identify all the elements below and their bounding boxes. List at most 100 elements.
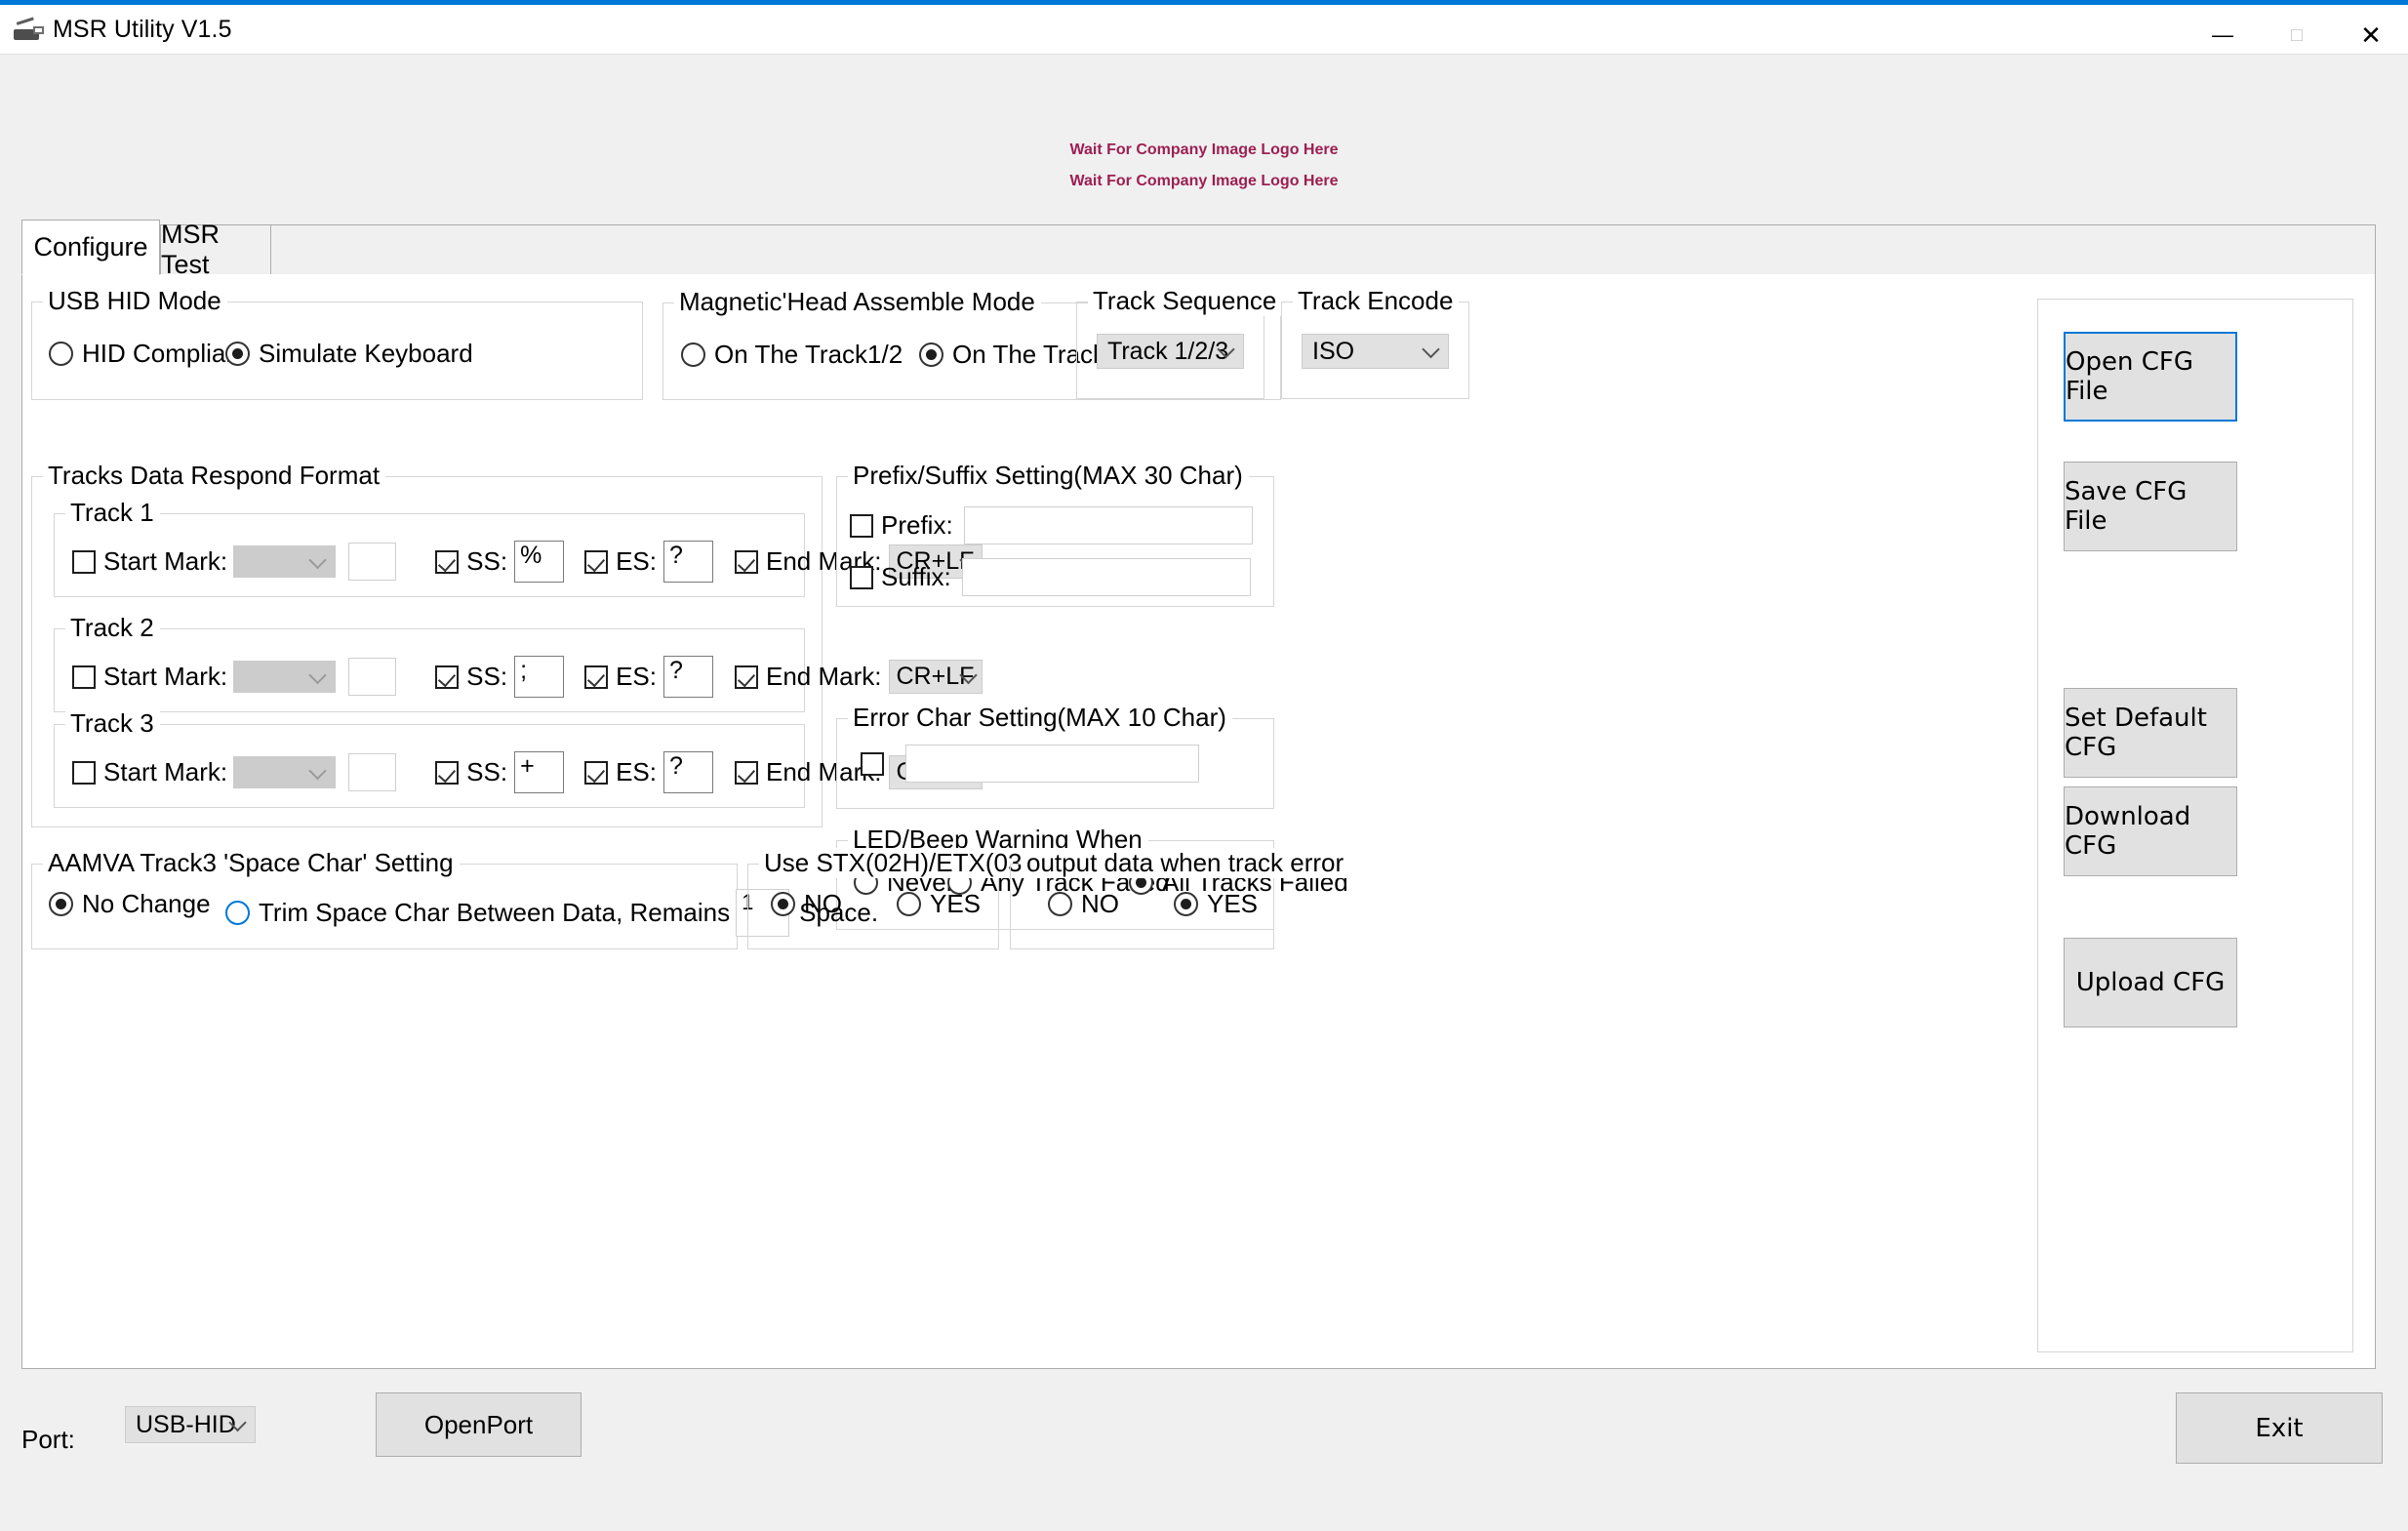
track3-start-mark-extra-input[interactable] [348, 753, 397, 791]
track1-group: Track 1 Start Mark: SS: % ES: ? End Mark… [54, 498, 983, 597]
tab-configure[interactable]: Configure [21, 220, 160, 275]
open-port-button[interactable]: OpenPort [376, 1392, 582, 1457]
save-cfg-file-button[interactable]: Save CFG File [2064, 462, 2237, 551]
maximize-icon: □ [2290, 23, 2304, 46]
track2-es-checkbox[interactable] [584, 665, 609, 689]
radio-stx-yes-indicator [897, 892, 921, 916]
track2-start-mark-extra-input[interactable] [348, 658, 397, 696]
radio-error-output-yes[interactable]: YES [1174, 889, 1258, 919]
error-char-input[interactable] [905, 745, 1199, 783]
suffix-input[interactable] [961, 558, 1251, 596]
radio-stx-yes[interactable]: YES [897, 889, 981, 919]
track1-ss-label: SS: [466, 546, 508, 576]
download-cfg-button[interactable]: Download CFG [2064, 786, 2237, 876]
radio-no-change-label: No Change [82, 889, 211, 918]
chevron-down-icon [308, 665, 327, 684]
upload-cfg-button[interactable]: Upload CFG [2064, 938, 2237, 1027]
exit-label: Exit [2255, 1413, 2304, 1443]
track1-start-mark-checkbox[interactable] [72, 549, 96, 574]
track3-start-mark-select[interactable] [233, 756, 337, 788]
track3-es-checkbox[interactable] [584, 760, 609, 785]
track2-ss-checkbox[interactable] [435, 665, 460, 689]
radio-simulate-keyboard[interactable]: Simulate Keyboard [225, 339, 473, 369]
prefix-input[interactable] [963, 506, 1253, 544]
radio-stx-no-label: NO [804, 889, 842, 918]
prefix-suffix-group: Prefix/Suffix Setting(MAX 30 Char) Prefi… [836, 461, 1274, 607]
radio-stx-yes-label: YES [930, 889, 982, 918]
track2-ss-input[interactable]: ; [514, 656, 565, 698]
tracks-data-format-group: Tracks Data Respond Format Track 1 Start… [31, 461, 983, 827]
radio-hid-compliant[interactable]: HID Compliant [49, 339, 247, 369]
track2-end-mark-label: End Mark: [765, 662, 882, 691]
track-sequence-value: Track 1/2/3 [1107, 337, 1229, 365]
track1-ss-input[interactable]: % [514, 541, 565, 583]
track3-title: Track 3 [65, 708, 160, 739]
prefix-checkbox[interactable] [850, 513, 873, 538]
track-encode-group: Track Encode ISO [1281, 286, 1469, 399]
radio-stx-no[interactable]: NO [771, 889, 842, 919]
track3-end-mark-checkbox[interactable] [734, 760, 758, 785]
minimize-button[interactable]: — [2186, 10, 2260, 60]
radio-error-output-no[interactable]: NO [1048, 889, 1119, 919]
logo-placeholder-band: Wait For Company Image Logo Here Wait Fo… [0, 55, 2408, 203]
usb-hid-mode-title: USB HID Mode [43, 286, 227, 316]
exit-button[interactable]: Exit [2176, 1392, 2383, 1464]
suffix-label: Suffix: [881, 562, 951, 591]
maximize-button[interactable]: □ [2260, 10, 2334, 60]
port-select[interactable]: USB-HID [125, 1406, 256, 1443]
track2-start-mark-label: Start Mark: [103, 662, 228, 691]
track1-es-checkbox[interactable] [584, 549, 609, 574]
close-icon: ✕ [2360, 20, 2382, 50]
track3-es-input[interactable]: ? [662, 751, 713, 793]
track1-ss-checkbox[interactable] [435, 549, 460, 574]
logo-placeholder-line-1: Wait For Company Image Logo Here [1069, 141, 1339, 158]
track-encode-value: ISO [1312, 337, 1355, 365]
close-button[interactable]: ✕ [2334, 10, 2408, 60]
track3-ss-checkbox[interactable] [435, 760, 460, 785]
track3-ss-input[interactable]: + [514, 751, 565, 793]
aamva-title: AAMVA Track3 'Space Char' Setting [43, 848, 460, 878]
radio-track12[interactable]: On The Track1/2 [681, 340, 903, 370]
track-sequence-select[interactable]: Track 1/2/3 [1097, 334, 1244, 369]
chevron-down-icon [1422, 340, 1440, 359]
prefix-label: Prefix: [881, 510, 953, 540]
track2-start-mark-select[interactable] [233, 661, 337, 693]
configure-tab-page: USB HID Mode HID Compliant Simulate Keyb… [21, 274, 2376, 1369]
tracks-data-format-title: Tracks Data Respond Format [43, 461, 386, 491]
stx-etx-group: Use STX(02H)/ETX(03H) ? NO YES [747, 848, 1076, 949]
download-cfg-label: Download CFG [2065, 802, 2191, 861]
set-default-cfg-button[interactable]: Set Default CFG [2064, 688, 2237, 778]
track-error-output-group: output data when track error NO YES [1010, 848, 1350, 949]
track3-es-label: ES: [616, 757, 657, 786]
open-cfg-file-label: Open CFG File [2066, 347, 2193, 406]
radio-hid-compliant-label: HID Compliant [82, 339, 248, 368]
track1-es-input[interactable]: ? [662, 541, 713, 583]
radio-hid-compliant-indicator [49, 342, 73, 366]
track2-es-input[interactable]: ? [662, 656, 713, 698]
track2-start-mark-checkbox[interactable] [72, 665, 96, 689]
track1-start-mark-extra-input[interactable] [348, 543, 397, 581]
magnetic-head-title: Magnetic'Head Assemble Mode [674, 287, 1041, 317]
radio-no-change-indicator [49, 892, 73, 916]
suffix-checkbox[interactable] [850, 565, 873, 589]
tab-msr-test[interactable]: MSR Test [160, 220, 271, 279]
track1-start-mark-select[interactable] [233, 545, 337, 578]
track3-group: Track 3 Start Mark: SS: + ES: ? End Mark… [54, 708, 983, 808]
track2-end-mark-checkbox[interactable] [734, 665, 758, 689]
track1-end-mark-checkbox[interactable] [734, 549, 758, 574]
track1-title: Track 1 [65, 498, 160, 528]
error-char-checkbox[interactable] [861, 751, 884, 776]
track-sequence-title: Track Sequence [1088, 286, 1283, 316]
track2-es-label: ES: [616, 662, 657, 691]
radio-trim-space-char-indicator [225, 901, 250, 925]
tab-strip-filler [271, 224, 2376, 275]
track2-end-mark-select[interactable]: CR+LF [889, 660, 983, 694]
radio-error-output-no-indicator [1048, 892, 1072, 916]
track-encode-select[interactable]: ISO [1302, 334, 1449, 369]
track3-start-mark-checkbox[interactable] [72, 760, 96, 785]
set-default-cfg-label: Set Default CFG [2065, 704, 2207, 762]
radio-no-change[interactable]: No Change [49, 889, 211, 919]
track-encode-title: Track Encode [1293, 286, 1460, 316]
open-cfg-file-button[interactable]: Open CFG File [2064, 332, 2237, 422]
window-controls: — □ ✕ [2186, 10, 2408, 60]
